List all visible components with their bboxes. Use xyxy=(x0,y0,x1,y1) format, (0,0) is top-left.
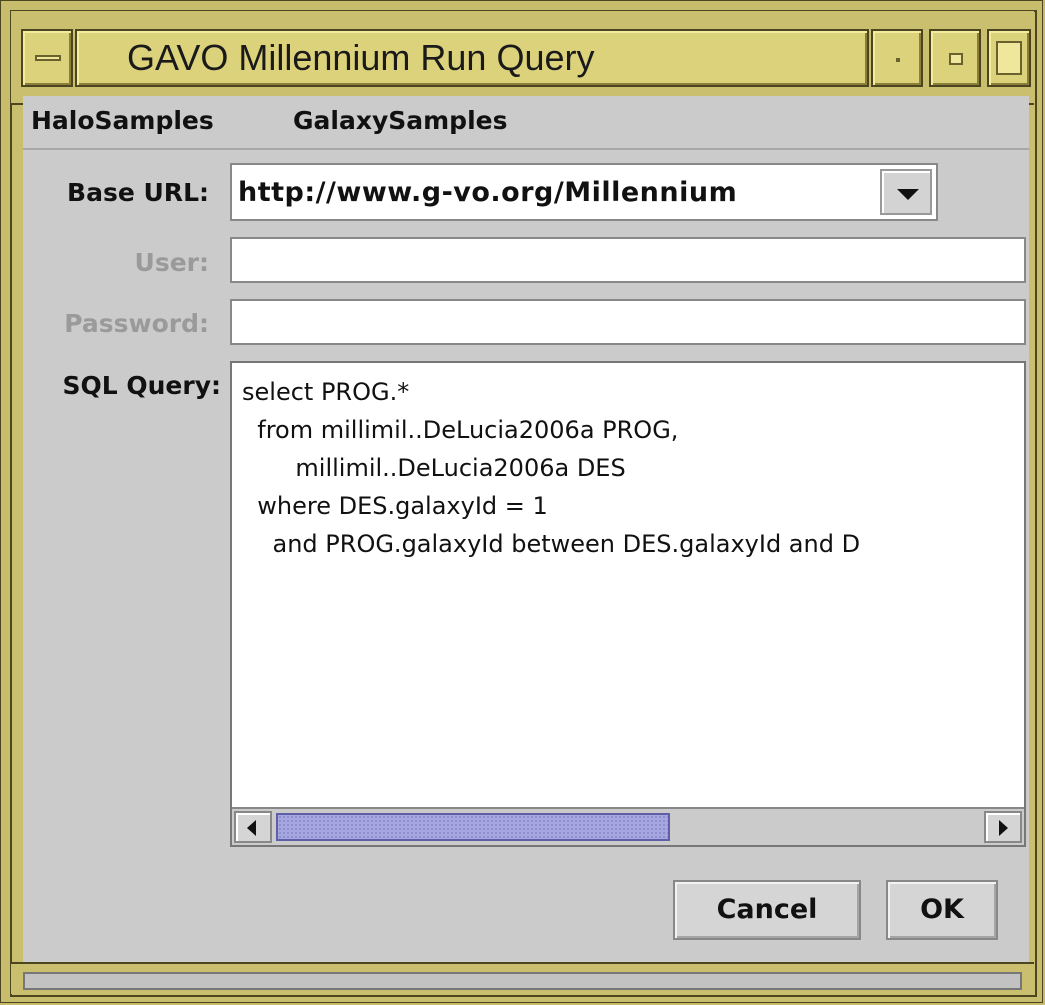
base-url-dropdown-button[interactable] xyxy=(880,169,932,215)
password-label: Password: xyxy=(64,309,209,338)
base-url-label: Base URL: xyxy=(67,178,209,207)
base-url-value: http://www.g-vo.org/Millennium xyxy=(238,177,738,208)
cancel-button[interactable]: Cancel xyxy=(673,880,861,940)
status-bar xyxy=(23,972,1022,990)
user-field[interactable] xyxy=(230,237,1026,283)
arrow-right-icon xyxy=(999,820,1008,836)
maximize-icon xyxy=(949,53,963,65)
dialog-content: HaloSamples GalaxySamples Base URL: http… xyxy=(23,96,1029,962)
window-title: GAVO Millennium Run Query xyxy=(127,37,595,78)
window-menu-icon xyxy=(35,55,61,61)
sql-query-textarea[interactable]: select PROG.* from millimil..DeLucia2006… xyxy=(230,361,1026,847)
window-menu-button[interactable] xyxy=(21,29,73,87)
base-url-combo[interactable]: http://www.g-vo.org/Millennium xyxy=(230,163,938,221)
close-icon xyxy=(996,41,1022,75)
user-label: User: xyxy=(134,248,209,277)
chevron-down-icon xyxy=(897,189,919,200)
sql-query-text[interactable]: select PROG.* from millimil..DeLucia2006… xyxy=(242,373,860,563)
scroll-right-button[interactable] xyxy=(984,811,1022,843)
horizontal-scrollbar[interactable] xyxy=(232,807,1024,845)
minimize-button[interactable] xyxy=(871,29,923,87)
ok-button[interactable]: OK xyxy=(886,880,998,940)
title-area[interactable]: GAVO Millennium Run Query xyxy=(75,29,869,87)
menu-halosamples[interactable]: HaloSamples xyxy=(31,106,214,135)
window-bottom-border xyxy=(11,962,1034,994)
minimize-icon xyxy=(896,58,900,62)
close-button[interactable] xyxy=(987,29,1031,87)
menu-galaxysamples[interactable]: GalaxySamples xyxy=(293,106,507,135)
maximize-button[interactable] xyxy=(929,29,981,87)
title-bar[interactable]: GAVO Millennium Run Query xyxy=(11,11,1034,105)
scrollbar-thumb[interactable] xyxy=(276,813,670,841)
scroll-left-button[interactable] xyxy=(234,811,272,843)
sql-query-label: SQL Query: xyxy=(62,371,221,400)
arrow-left-icon xyxy=(247,820,256,836)
password-field[interactable] xyxy=(230,299,1026,345)
menu-bar: HaloSamples GalaxySamples xyxy=(23,96,1029,150)
